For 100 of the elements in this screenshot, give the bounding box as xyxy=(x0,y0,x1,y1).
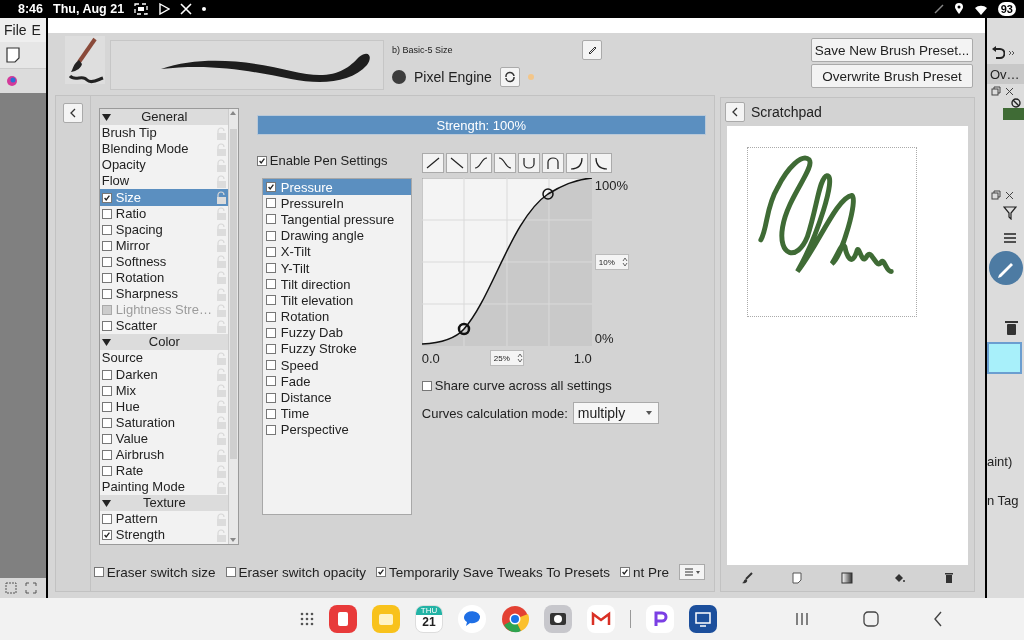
lock-icon[interactable] xyxy=(215,191,226,204)
reload-button[interactable] xyxy=(499,67,520,87)
curve-preset-button[interactable] xyxy=(469,153,492,173)
checkbox[interactable] xyxy=(265,279,276,290)
sensor-item[interactable]: PressureIn xyxy=(262,195,411,212)
option-item[interactable]: Hue xyxy=(99,398,228,415)
checkbox[interactable] xyxy=(265,311,276,322)
trash-icon[interactable] xyxy=(1005,319,1018,335)
spin-arrows-icon[interactable] xyxy=(516,352,523,364)
checkbox[interactable] xyxy=(101,450,112,460)
scroll-down-icon[interactable] xyxy=(228,536,237,544)
option-item[interactable]: Brush Tip xyxy=(99,125,228,142)
checkbox[interactable] xyxy=(101,240,112,251)
option-item[interactable]: Blending Mode xyxy=(99,141,228,158)
fit-view-icon[interactable] xyxy=(25,582,37,594)
browser-circle-icon[interactable] xyxy=(501,605,529,633)
notes-app-icon[interactable] xyxy=(329,605,357,633)
float-icon[interactable] xyxy=(991,86,1001,96)
checkbox[interactable] xyxy=(101,401,112,412)
menu-item[interactable]: File xyxy=(4,22,27,38)
checkbox[interactable] xyxy=(101,417,112,428)
option-item[interactable]: Rate xyxy=(99,463,228,480)
checkbox[interactable] xyxy=(265,343,276,354)
option-item[interactable]: Value xyxy=(99,430,228,447)
spin-arrows-icon[interactable] xyxy=(621,256,628,268)
option-item[interactable]: Mix xyxy=(99,382,228,399)
sensor-item[interactable]: Tilt direction xyxy=(262,276,411,293)
edit-button[interactable] xyxy=(582,40,602,60)
checkbox[interactable] xyxy=(421,380,432,391)
spin-field[interactable]: 10% xyxy=(594,254,629,270)
calendar-app-icon[interactable]: THU 21 xyxy=(415,605,443,633)
checkbox[interactable] xyxy=(101,192,112,203)
sensor-item[interactable]: Drawing angle xyxy=(262,227,411,244)
checkbox[interactable] xyxy=(265,376,276,387)
mode-dropdown[interactable]: multiply xyxy=(572,402,659,424)
curve-handle[interactable] xyxy=(542,188,554,200)
page-icon[interactable] xyxy=(792,572,803,584)
sensor-item[interactable]: Tangential pressure xyxy=(262,211,411,228)
checkbox[interactable] xyxy=(265,198,276,209)
sensor-item[interactable]: Speed xyxy=(262,357,411,374)
filter-icon[interactable] xyxy=(1003,206,1017,220)
sensor-item[interactable]: Fuzzy Dab xyxy=(262,324,411,341)
option-item[interactable]: Flow xyxy=(99,173,228,190)
sensor-item[interactable]: Distance xyxy=(262,389,411,406)
back-icon[interactable] xyxy=(933,611,943,627)
float-icon[interactable] xyxy=(991,190,1001,200)
sensor-item[interactable]: Y-Tilt xyxy=(262,259,411,277)
option-item[interactable]: Airbrush xyxy=(99,446,228,464)
mail-app-icon[interactable] xyxy=(587,605,615,633)
checkbox[interactable] xyxy=(265,214,276,225)
checkbox[interactable] xyxy=(619,567,630,577)
section-header[interactable]: Texture xyxy=(99,495,228,512)
checkbox[interactable] xyxy=(101,224,112,235)
checkbox[interactable] xyxy=(101,321,112,332)
option-item[interactable]: Saturation xyxy=(99,414,228,431)
gradient-icon[interactable] xyxy=(841,572,854,584)
camera-app-icon[interactable] xyxy=(544,605,572,633)
preset-button[interactable]: Overwrite Brush Preset xyxy=(811,64,973,88)
app-grid-icon[interactable] xyxy=(300,612,314,626)
sensor-item[interactable]: Time xyxy=(262,405,411,422)
checkbox[interactable] xyxy=(101,433,112,444)
option-item[interactable]: Opacity xyxy=(99,157,228,174)
sensor-item[interactable]: Fade xyxy=(262,373,411,390)
checkbox[interactable] xyxy=(101,369,112,380)
option-item[interactable]: Source xyxy=(99,350,228,367)
checkbox[interactable] xyxy=(265,246,276,257)
option-item[interactable]: Darken xyxy=(99,366,228,383)
option-item[interactable]: Ratio xyxy=(99,205,228,222)
section-header[interactable]: Color xyxy=(99,334,228,351)
expand-triangle-icon[interactable] xyxy=(101,337,111,347)
checkbox[interactable] xyxy=(265,182,276,193)
brush-icon[interactable] xyxy=(740,572,753,584)
section-header[interactable]: General xyxy=(99,109,228,126)
checkbox[interactable] xyxy=(265,327,276,338)
checkbox[interactable] xyxy=(101,466,112,477)
curve-preset-button[interactable] xyxy=(589,153,612,173)
curve-handle[interactable] xyxy=(457,322,471,336)
checkbox[interactable] xyxy=(101,256,112,267)
letter-app-icon[interactable] xyxy=(646,605,674,633)
sensor-item[interactable]: Tilt elevation xyxy=(262,292,411,309)
menu-item[interactable]: E xyxy=(31,22,41,38)
remote-screen-app-icon[interactable] xyxy=(689,605,717,633)
option-item[interactable]: Sharpness xyxy=(99,286,228,303)
menu-icon[interactable] xyxy=(1004,233,1016,243)
checkbox[interactable] xyxy=(101,273,112,283)
checkbox[interactable] xyxy=(265,392,276,403)
panel-tab[interactable]: Ov… xyxy=(987,64,1024,84)
option-item[interactable]: Scatter xyxy=(99,318,228,335)
option-item[interactable]: Softness xyxy=(99,253,228,270)
checkbox[interactable] xyxy=(101,514,112,525)
checkbox[interactable] xyxy=(101,289,112,300)
scroll-up-icon[interactable] xyxy=(228,109,237,117)
curve-preset-button[interactable] xyxy=(517,153,540,173)
checkbox[interactable] xyxy=(93,567,104,577)
close-icon[interactable] xyxy=(1005,86,1014,96)
checkbox[interactable] xyxy=(265,424,276,435)
option-item[interactable]: Mirror xyxy=(99,237,228,254)
recent-apps-icon[interactable] xyxy=(795,612,809,626)
checkbox[interactable] xyxy=(265,360,276,371)
no-sign-icon[interactable] xyxy=(1011,98,1021,108)
